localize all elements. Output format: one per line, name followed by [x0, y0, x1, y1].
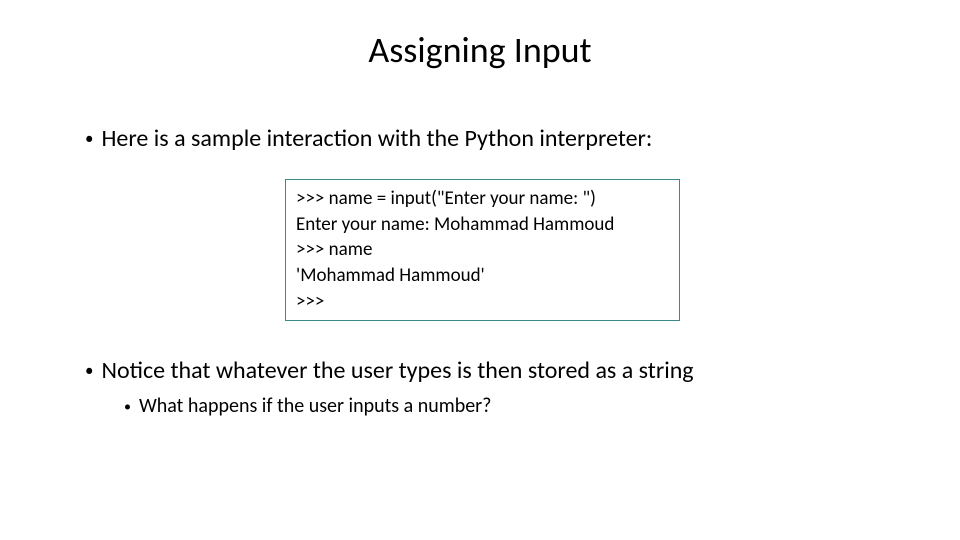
- code-line: >>> name: [296, 237, 669, 263]
- slide-content: • Here is a sample interaction with the …: [0, 124, 960, 420]
- code-line: >>>: [296, 289, 669, 315]
- bullet-level-1: • Here is a sample interaction with the …: [85, 124, 890, 154]
- bullet-level-2: • What happens if the user inputs a numb…: [124, 394, 890, 420]
- bullet-text: What happens if the user inputs a number…: [139, 394, 491, 418]
- bullet-icon: •: [124, 394, 131, 420]
- code-line: >>> name = input("Enter your name: "): [296, 186, 669, 212]
- code-line: Enter your name: Mohammad Hammoud: [296, 212, 669, 238]
- bullet-icon: •: [85, 124, 93, 154]
- slide-title: Assigning Input: [0, 0, 960, 92]
- bullet-level-1: • Notice that whatever the user types is…: [85, 356, 890, 386]
- bullet-icon: •: [85, 356, 93, 386]
- code-box: >>> name = input("Enter your name: ") En…: [285, 179, 680, 321]
- bullet-text: Notice that whatever the user types is t…: [101, 356, 693, 385]
- bullet-text: Here is a sample interaction with the Py…: [101, 124, 652, 153]
- code-line: 'Mohammad Hammoud': [296, 263, 669, 289]
